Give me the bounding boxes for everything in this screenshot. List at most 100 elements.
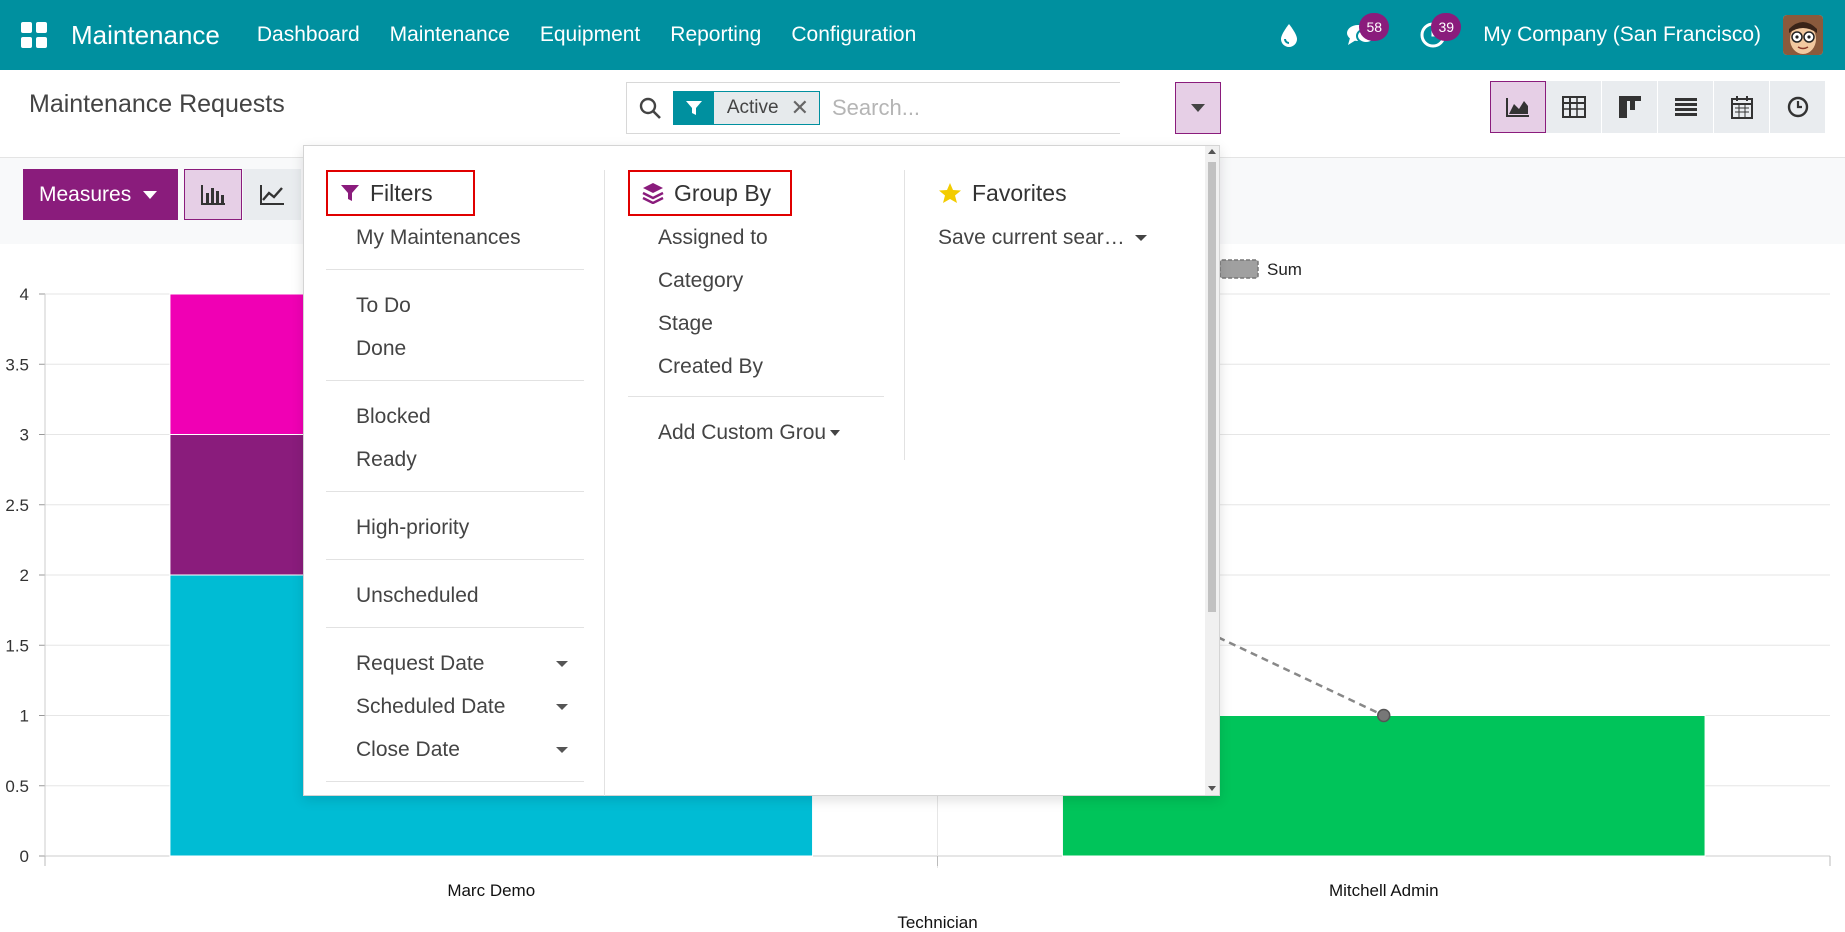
y-tick-label: 3 (20, 426, 29, 445)
filter-option[interactable]: Done (326, 327, 584, 370)
filter-icon (340, 183, 360, 203)
add-custom-group[interactable]: Add Custom Grou (628, 411, 884, 454)
filter-option-label: Unscheduled (356, 583, 479, 607)
pivot-view-button[interactable] (1546, 81, 1602, 133)
menu-configuration[interactable]: Configuration (776, 23, 931, 47)
menu-dashboard[interactable]: Dashboard (242, 23, 375, 47)
group-by-option-label: Created By (658, 354, 764, 378)
measures-button[interactable]: Measures (23, 169, 178, 220)
pivot-table-icon (1561, 96, 1586, 118)
filter-option[interactable]: Close Date (326, 728, 584, 771)
graph-view-button[interactable] (1490, 81, 1546, 133)
group-by-option[interactable]: Category (628, 259, 884, 302)
favorites-title: Favorites (972, 179, 1067, 206)
group-by-option[interactable]: Created By (628, 345, 884, 388)
water-drop-icon[interactable] (1269, 15, 1309, 55)
star-icon (938, 182, 962, 204)
filter-option[interactable]: My Maintenances (326, 216, 584, 259)
save-current-search[interactable]: Save current sear… (926, 216, 1186, 259)
filter-option[interactable]: High-priority (326, 506, 584, 549)
bar-chart-button[interactable] (184, 169, 242, 220)
menu-reporting[interactable]: Reporting (655, 23, 776, 47)
filter-option-label: Blocked (356, 404, 431, 428)
group-by-header: Group By (628, 170, 792, 216)
dropdown-scrollbar[interactable] (1205, 146, 1219, 795)
activities-clock-icon[interactable]: 39 (1413, 13, 1462, 55)
caret-down-icon (1134, 234, 1147, 241)
company-switcher[interactable]: My Company (San Francisco) (1483, 23, 1761, 47)
activity-view-button[interactable] (1770, 81, 1826, 133)
page-title: Maintenance Requests (29, 90, 285, 118)
sum-point (1377, 708, 1391, 723)
app-menu-icon[interactable] (21, 22, 47, 48)
facet-label: Active (726, 97, 779, 118)
filter-option-label: Ready (356, 447, 417, 471)
kanban-view-button[interactable] (1602, 81, 1658, 133)
favorites-column: Favorites Save current sear… (926, 170, 1186, 259)
y-tick-label: 0 (20, 847, 29, 866)
search-options-dropdown: Filters My Maintenances To Do Done Blocked R… (303, 145, 1220, 796)
y-tick-label: 2.5 (5, 496, 29, 515)
area-chart-icon (1506, 98, 1529, 117)
add-custom-group-label: Add Custom Grou (658, 420, 827, 444)
messages-icon[interactable]: 58 (1341, 13, 1390, 55)
filter-option[interactable]: Scheduled Date (326, 685, 584, 728)
caret-down-icon[interactable] (556, 661, 568, 667)
app-name[interactable]: Maintenance (71, 20, 220, 51)
filters-column: Filters My Maintenances To Do Done Blocked R… (326, 170, 584, 796)
search-icon[interactable] (627, 96, 673, 120)
group-by-title: Group By (674, 179, 772, 206)
group-by-option-label: Stage (658, 311, 713, 335)
scrollbar-thumb[interactable] (1208, 162, 1216, 612)
filter-icon (673, 91, 714, 125)
search-bar[interactable]: Active ✕ (626, 82, 1120, 134)
search-options-toggle[interactable] (1175, 82, 1221, 134)
remove-facet-icon[interactable]: ✕ (791, 97, 809, 119)
caret-down-icon[interactable] (556, 747, 568, 753)
messages-badge: 58 (1359, 13, 1390, 41)
group-by-column: Group By Assigned to Category Stage Created… (628, 170, 884, 454)
legend-sum-label: Sum (1267, 260, 1302, 279)
x-tick-label: Mitchell Admin (1329, 881, 1439, 900)
column-divider (904, 170, 905, 460)
filter-option-label: To Do (356, 293, 411, 317)
y-tick-label: 1.5 (5, 636, 29, 655)
kanban-icon (1618, 96, 1641, 118)
calendar-view-button[interactable] (1714, 81, 1770, 133)
group-by-option-label: Assigned to (658, 225, 768, 249)
group-by-option[interactable]: Assigned to (628, 216, 884, 259)
filters-title: Filters (370, 179, 433, 206)
filter-option[interactable]: Request Date (326, 642, 584, 685)
legend-sum-swatch (1219, 259, 1259, 279)
caret-down-icon (1191, 104, 1205, 112)
filter-option[interactable]: Unscheduled (326, 574, 584, 617)
y-tick-label: 2 (20, 566, 29, 585)
bar-chart-icon (201, 184, 225, 205)
filter-option-label: Request Date (356, 651, 485, 675)
y-tick-label: 0.5 (5, 777, 29, 796)
line-chart-button[interactable] (243, 169, 301, 220)
menu-equipment[interactable]: Equipment (525, 23, 655, 47)
calendar-icon (1730, 96, 1753, 119)
filter-option-label: Close Date (356, 737, 460, 761)
menu-maintenance[interactable]: Maintenance (375, 23, 525, 47)
view-switcher (1490, 81, 1826, 133)
x-tick-label: Marc Demo (447, 881, 535, 900)
layers-icon (642, 182, 664, 204)
user-avatar[interactable] (1783, 15, 1823, 55)
x-axis-label: Technician (897, 913, 977, 932)
caret-down-icon (830, 429, 841, 436)
line-chart-icon (260, 184, 284, 205)
caret-down-icon (143, 190, 158, 199)
group-by-option[interactable]: Stage (628, 302, 884, 345)
search-facet-active: Active ✕ (672, 91, 820, 125)
filter-option[interactable]: Ready (326, 438, 584, 481)
filters-header: Filters (326, 170, 475, 216)
filter-option[interactable]: Blocked (326, 395, 584, 438)
favorites-header: Favorites (926, 170, 1186, 216)
list-view-button[interactable] (1658, 81, 1714, 133)
filter-option-label: Done (356, 336, 407, 360)
filter-option[interactable]: To Do (326, 284, 584, 327)
search-input[interactable] (832, 95, 1120, 121)
caret-down-icon[interactable] (556, 704, 568, 710)
